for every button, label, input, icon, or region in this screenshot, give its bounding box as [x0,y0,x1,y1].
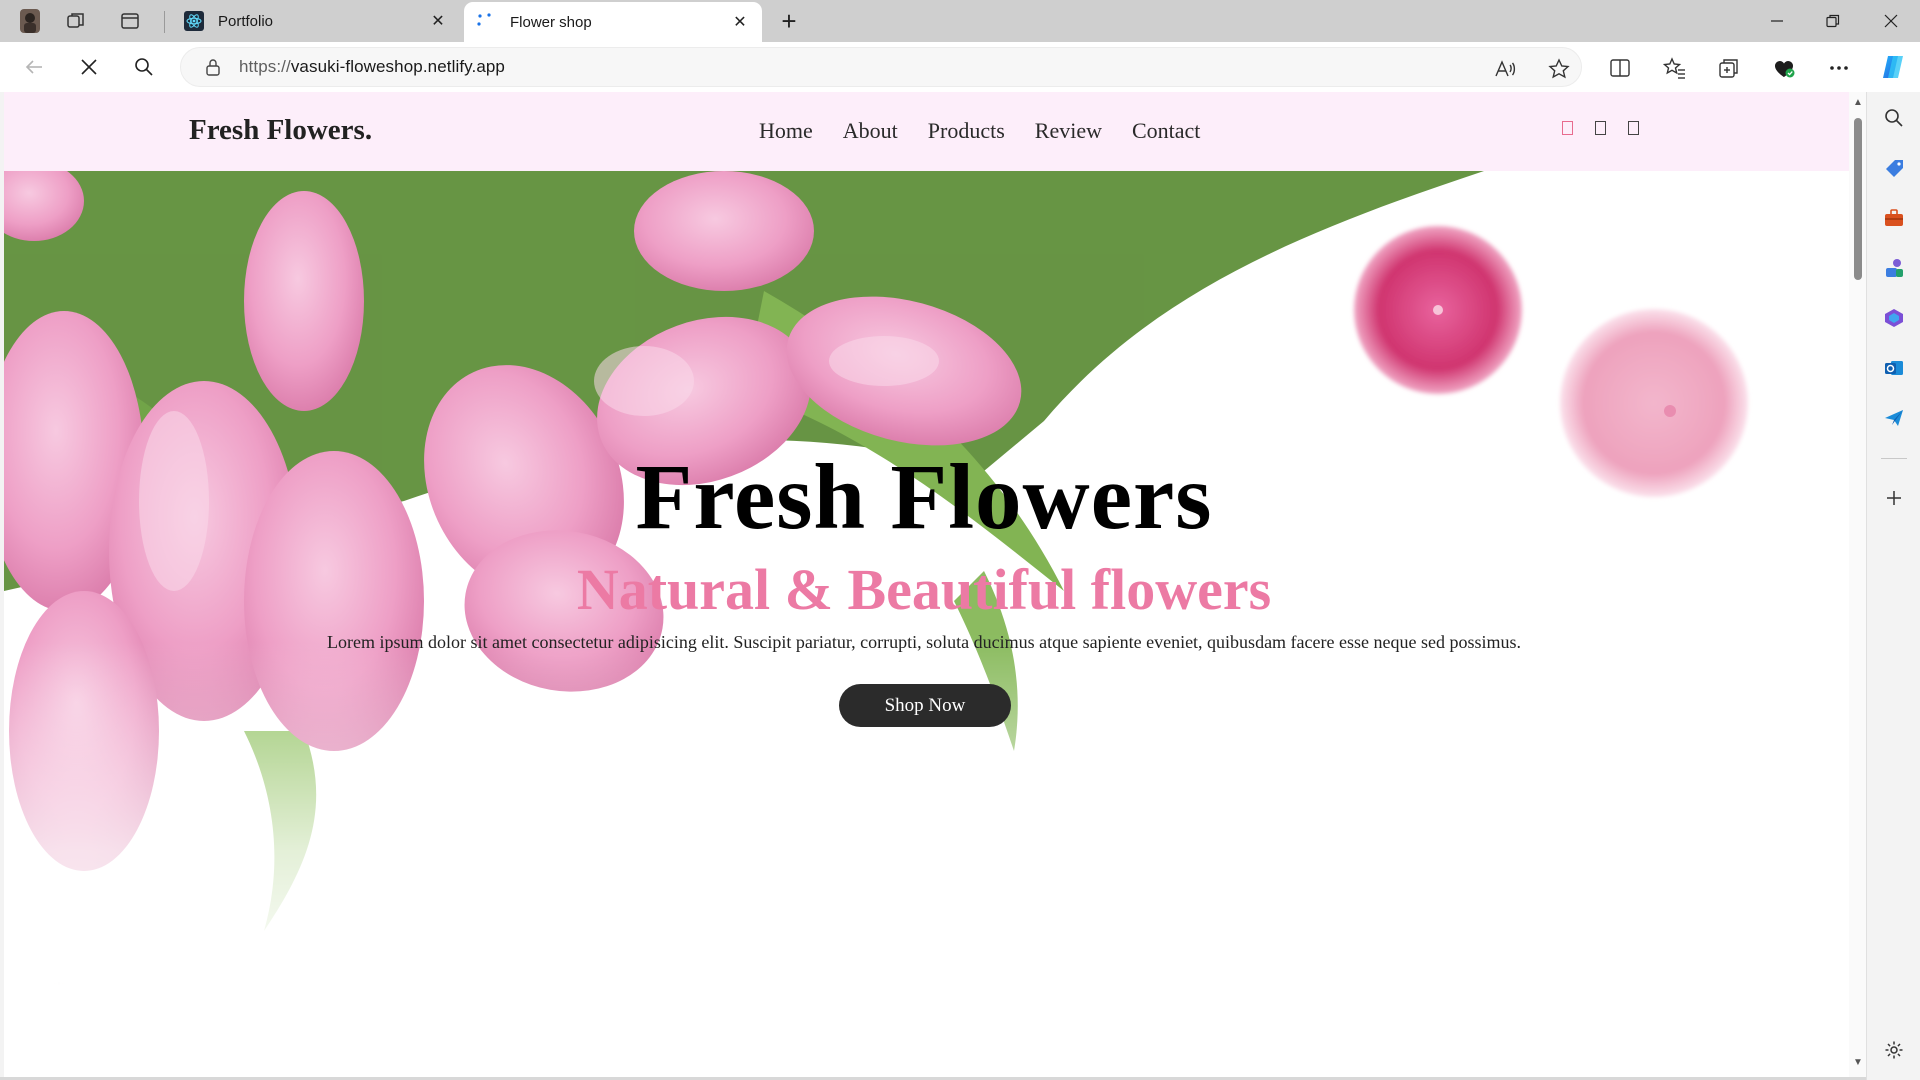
minimize-button[interactable] [1750,0,1804,42]
shop-now-button[interactable]: Shop Now [839,684,1011,727]
send-icon[interactable] [1882,406,1906,430]
scrollbar-thumb[interactable] [1854,118,1862,280]
hero-subtitle: Natural & Beautiful flowers [576,557,1272,622]
tab-title: Flower shop [510,13,592,31]
tab-title: Portfolio [218,12,274,30]
nav-link-review[interactable]: Review [1035,118,1102,144]
close-tab-icon[interactable]: ✕ [428,11,448,31]
outlook-icon[interactable] [1882,356,1906,380]
settings-gear-icon[interactable] [1882,1038,1906,1062]
search-icon[interactable] [1882,106,1906,130]
hero-description: Lorem ipsum dolor sit amet consectetur a… [327,632,1521,652]
restore-button[interactable] [1806,0,1860,42]
site-nav: Home About Products Review Contact [759,118,1200,144]
react-atom-icon [184,11,204,31]
nav-link-products[interactable]: Products [928,118,1005,144]
close-window-button[interactable] [1864,0,1918,42]
sidebar-separator [1881,458,1907,459]
tab-portfolio[interactable]: Portfolio ✕ [172,0,460,42]
tools-briefcase-icon[interactable] [1882,206,1906,230]
split-screen-icon[interactable] [1607,55,1633,81]
loading-dots-icon [476,12,496,32]
workspaces-icon[interactable] [64,9,88,33]
new-tab-button[interactable]: + [776,8,802,35]
more-options-icon[interactable] [1826,55,1852,81]
hero-overlay [4,171,1849,1077]
scroll-down-arrow-icon[interactable]: ▼ [1852,1058,1864,1068]
games-icon[interactable] [1882,256,1906,280]
address-bar[interactable]: https://vasuki-floweshop.netlify.app [180,47,1582,87]
collections-icon[interactable] [1716,55,1742,81]
nav-link-home[interactable]: Home [759,118,813,144]
vertical-tabs-icon[interactable] [118,9,142,33]
page-scrollbar[interactable]: ▲ ▼ [1849,92,1866,1077]
browser-essentials-icon[interactable] [1771,55,1797,81]
browser-sidebar [1866,92,1920,1080]
copilot-icon[interactable] [1878,52,1908,82]
url-text: https://vasuki-floweshop.netlify.app [239,57,505,76]
lock-icon[interactable] [203,57,223,77]
close-tab-icon[interactable]: ✕ [730,12,750,32]
cart-icon[interactable] [1595,121,1606,135]
heart-icon[interactable] [1562,121,1573,135]
hero-title: Fresh Flowers [635,446,1213,549]
favorites-icon[interactable] [1662,55,1688,81]
read-aloud-icon[interactable] [1493,57,1517,81]
nav-link-about[interactable]: About [843,118,898,144]
stop-loading-icon[interactable] [77,55,101,79]
favorite-star-icon[interactable] [1547,57,1571,81]
header-icons [1562,121,1639,135]
hero-section: Fresh Flowers Natural & Beautiful flower… [4,171,1849,1077]
page-viewport: Fresh Flowers. Home About Products Revie… [4,92,1849,1077]
add-sidebar-app-icon[interactable] [1882,486,1906,510]
site-logo[interactable]: Fresh Flowers. [189,114,372,147]
browser-tab-strip: Portfolio ✕ Flower shop ✕ + [0,0,1920,42]
profile-avatar-icon[interactable] [16,7,44,35]
shopping-tag-icon[interactable] [1882,156,1906,180]
tab-flower-shop[interactable]: Flower shop ✕ [464,2,762,42]
nav-link-contact[interactable]: Contact [1132,118,1200,144]
microsoft-365-icon[interactable] [1882,306,1906,330]
tab-separator [164,11,165,33]
scroll-up-arrow-icon[interactable]: ▲ [1852,98,1864,108]
browser-toolbar: https://vasuki-floweshop.netlify.app [0,42,1920,92]
back-arrow-icon[interactable] [22,55,46,79]
user-icon[interactable] [1628,121,1639,135]
site-header: Fresh Flowers. Home About Products Revie… [4,92,1849,171]
search-icon[interactable] [132,55,156,79]
